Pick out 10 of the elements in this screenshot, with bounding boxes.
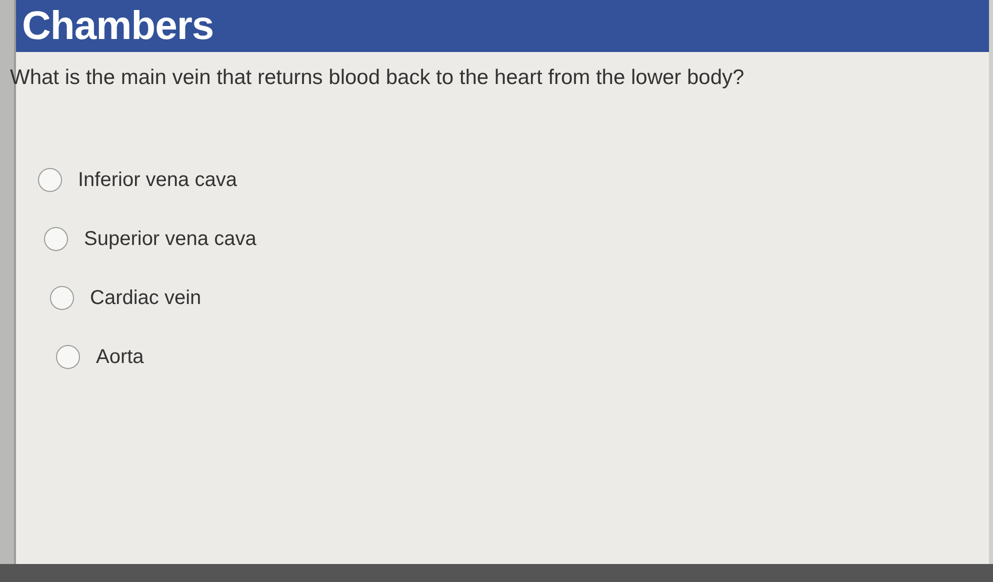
option-label[interactable]: Aorta	[96, 346, 144, 368]
page-title: Chambers	[22, 4, 214, 48]
radio-button[interactable]	[44, 227, 68, 251]
question-text: What is the main vein that returns blood back to the heart from the lower body?	[10, 66, 746, 90]
option-label[interactable]: Cardiac vein	[90, 286, 202, 310]
radio-button[interactable]	[56, 345, 80, 369]
option-label[interactable]: Superior vena cava	[84, 228, 256, 250]
radio-button[interactable]	[50, 286, 74, 310]
option-label[interactable]: Inferior vena cava	[78, 168, 237, 192]
radio-button[interactable]	[38, 168, 62, 192]
